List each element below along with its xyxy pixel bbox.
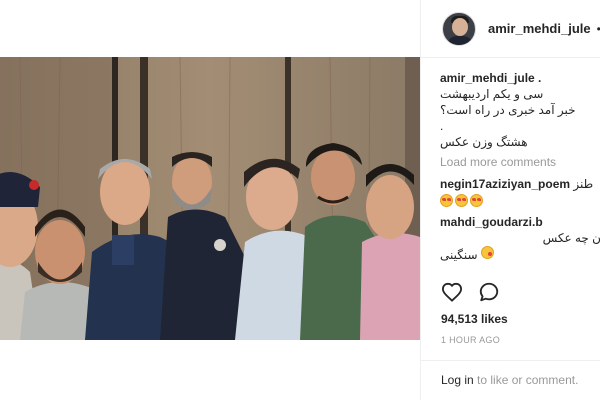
comment-username[interactable]: mahdi_goudarzi.b [440,214,600,230]
login-link[interactable]: Log in [441,373,474,387]
comment-button[interactable] [477,280,501,304]
comment-text: طنز [573,177,594,191]
header-username[interactable]: amir_mehdi_jule [488,21,591,36]
group-photo-illustration [0,57,420,340]
caption-line-2: خبر آمد خبری در راه است؟ [440,103,576,117]
likes-count[interactable]: 94,513 likes [441,312,508,326]
like-button[interactable] [440,280,464,304]
comment-item: mahdi_goudarzi.b ن چه عکس سنگینی [440,214,600,263]
comment-text: ن چه عکس [542,231,600,245]
header-separator: • [597,22,600,36]
post-photo[interactable] [0,57,420,340]
caption-line-1: سی و یکم اردیبهشت [440,87,544,101]
caption-username[interactable]: amir_mehdi_jule . [440,70,600,86]
login-prompt: Log in to like or comment. [421,360,600,400]
post-header: amir_mehdi_jule • F [421,0,600,58]
heart-eyes-emoji-icon [440,194,453,208]
heart-eyes-emoji-icon [455,194,468,208]
heart-icon [441,282,463,302]
comment-username[interactable]: negin17aziziyan_poem [440,177,570,191]
comment-bubble-icon [479,282,499,302]
comment-item: negin17aziziyan_poem طنز [440,176,600,208]
post-sidebar: amir_mehdi_jule • F amir_mehdi_jule . سی… [420,0,600,400]
post-actions [440,280,600,304]
load-more-comments-link[interactable]: Load more comments [440,154,600,170]
caption-hashtag[interactable]: هشتگ وزن عکس [440,134,600,150]
comment-text-continued: سنگینی [440,248,478,262]
login-prompt-text: to like or comment. [473,373,579,387]
heart-eyes-emoji-icon [470,194,483,208]
comments-section: amir_mehdi_jule . سی و یکم اردیبهشت خبر … [440,70,600,263]
avatar[interactable] [442,11,476,46]
heart-eyes-emoji-row [440,194,483,208]
caption-dot: . [440,119,444,133]
post-timestamp: 1 HOUR AGO [441,335,501,345]
photo-pane [0,0,420,400]
kissing-emoji-icon [480,246,494,259]
